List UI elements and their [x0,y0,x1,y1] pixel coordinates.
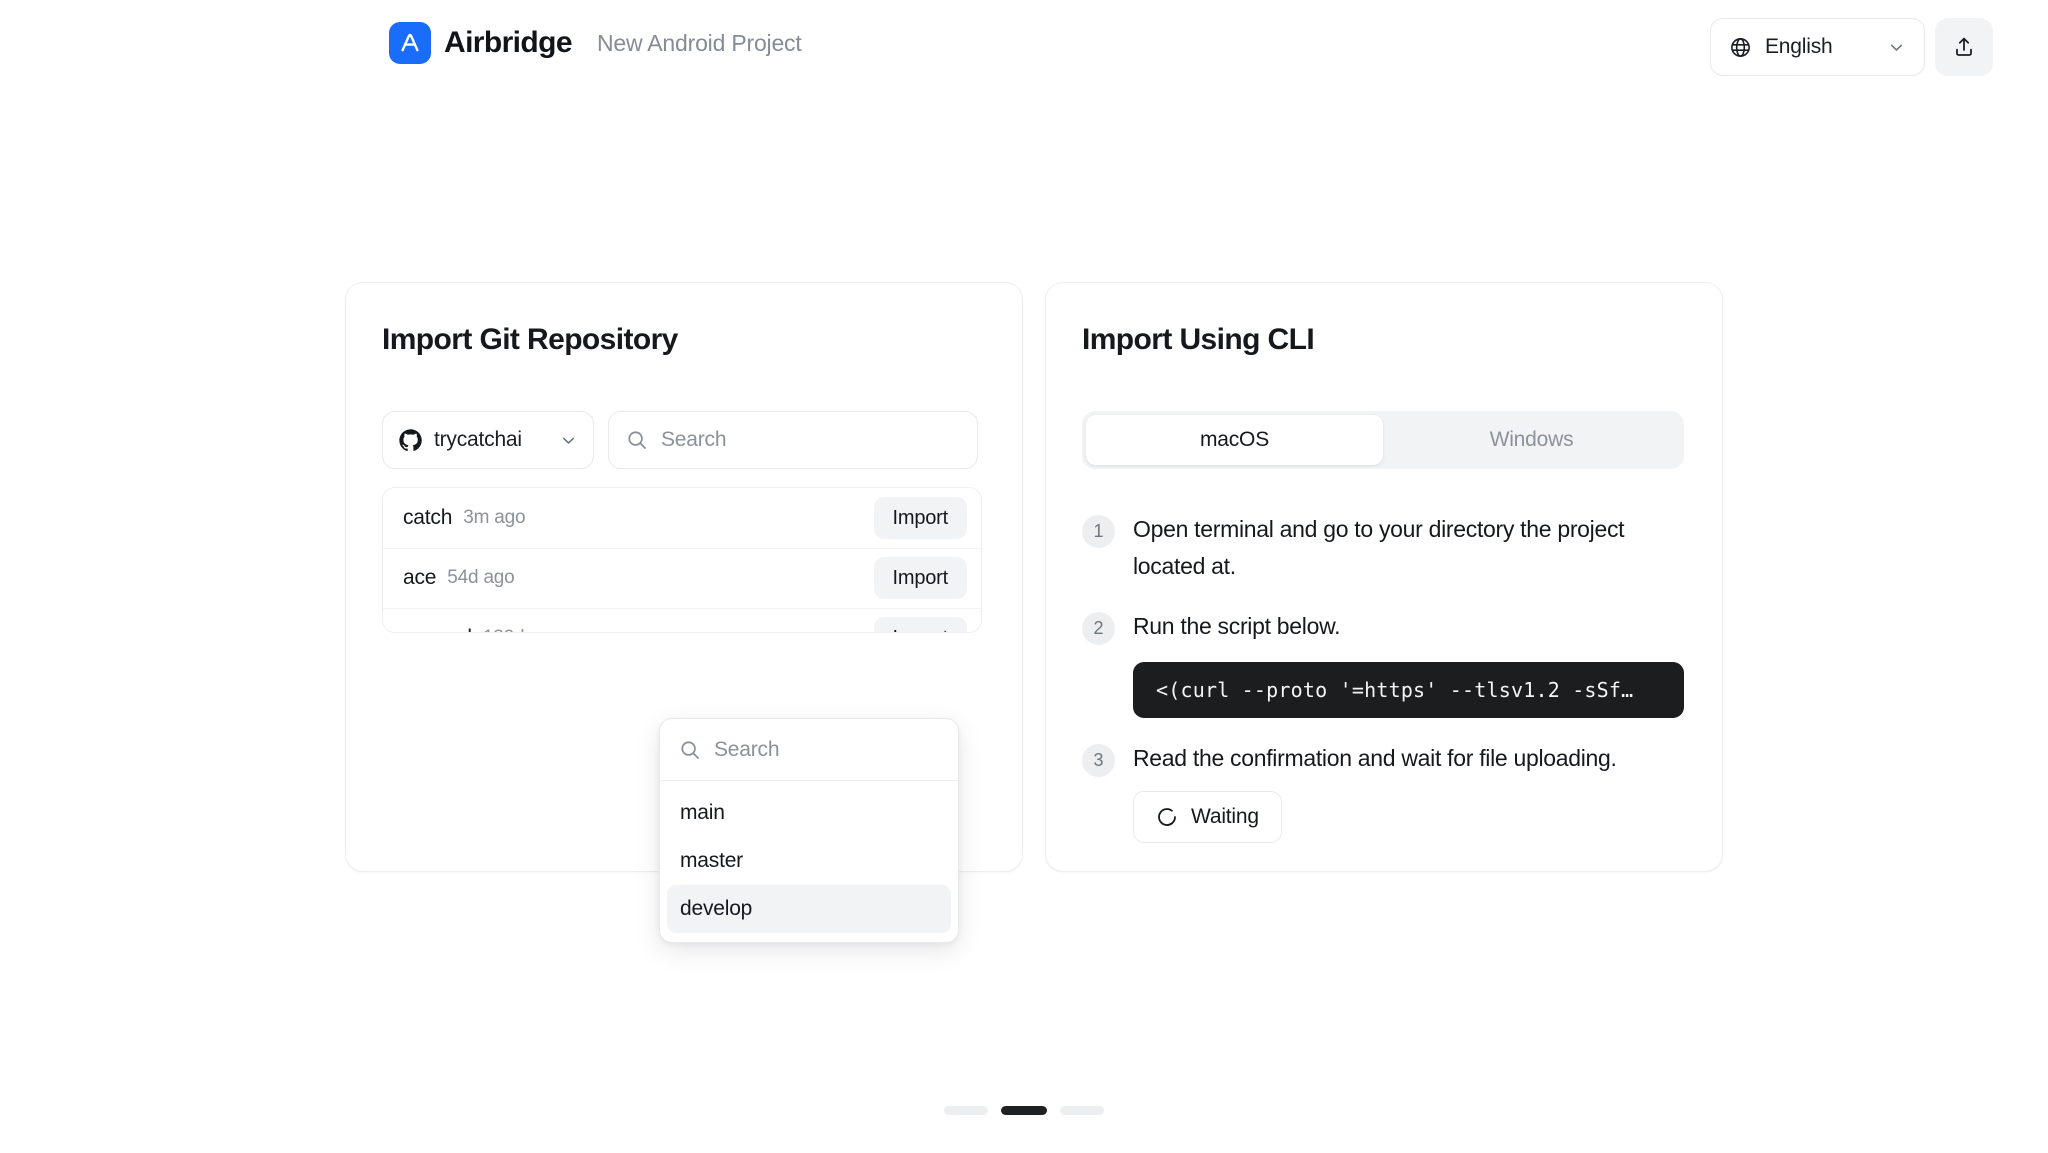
import-cli-title: Import Using CLI [1082,323,1315,356]
branch-option-list: main master develop [660,781,958,942]
step-text: Read the confirmation and wait for file … [1133,744,1617,771]
list-item: 1 Open terminal and go to your directory… [1082,511,1684,586]
repo-updated-time: 132d ago [483,627,561,632]
spinner-icon [1156,806,1178,828]
language-label: English [1765,35,1833,58]
table-row[interactable]: append 132d ago Import [383,608,981,632]
repo-updated-time: 54d ago [447,567,515,588]
pagination-dot-3[interactable] [1060,1106,1104,1115]
repo-updated-time: 3m ago [463,507,526,528]
cli-steps: 1 Open terminal and go to your directory… [1082,511,1684,843]
app-header: Airbridge New Android Project English [0,0,2048,96]
share-button[interactable] [1935,18,1993,76]
share-upload-icon [1952,35,1976,59]
import-button[interactable]: Import [873,497,967,539]
pagination-dot-1[interactable] [944,1106,988,1115]
table-row[interactable]: catch 3m ago Import [383,488,981,548]
brand-name: Airbridge [444,26,573,59]
step-text: Open terminal and go to your directory t… [1133,516,1625,580]
repo-list: catch 3m ago Import ace 54d ago Import a… [382,487,982,633]
repo-name: append [403,626,472,632]
github-icon [398,428,423,453]
import-git-title: Import Git Repository [382,323,678,356]
tab-windows[interactable]: Windows [1383,415,1680,465]
waiting-button-label: Waiting [1191,805,1259,828]
branch-option-master[interactable]: master [667,837,951,885]
pagination-dot-2[interactable] [1001,1106,1047,1115]
step-text: Run the script below. [1133,612,1341,639]
pagination [0,1106,2048,1115]
org-selector[interactable]: trycatchai [382,411,594,469]
cli-code-block[interactable]: <(curl --proto '=https' --tlsv1.2 -sSf… [1133,661,1684,718]
branch-option-main[interactable]: main [667,789,951,837]
os-tabs: macOS Windows [1082,411,1684,469]
search-icon [626,429,648,451]
step-number-badge: 3 [1082,743,1115,777]
repo-name: ace [403,566,437,589]
step-number-badge: 1 [1082,515,1115,548]
chevron-down-icon [1887,38,1906,57]
repo-name: catch [403,506,453,529]
repo-search-box[interactable] [608,411,978,469]
branch-search-box[interactable] [660,719,958,781]
step-number-badge: 2 [1082,611,1115,645]
branch-option-develop[interactable]: develop [667,885,951,933]
repo-search-input[interactable] [661,428,960,452]
import-cli-card: Import Using CLI macOS Windows 1 Open te… [1045,282,1723,872]
list-item: 2 Run the script below. <(curl --proto '… [1082,608,1684,718]
branch-dropdown-popover: main master develop [659,718,959,943]
waiting-button[interactable]: Waiting [1133,791,1282,843]
header-actions: English [1710,18,1993,76]
table-row[interactable]: ace 54d ago Import [383,548,981,608]
tab-macos[interactable]: macOS [1086,415,1383,465]
chevron-down-icon [559,431,578,450]
org-name: trycatchai [434,428,522,451]
import-button[interactable]: Import [873,617,967,632]
project-name: New Android Project [596,29,802,56]
brand: Airbridge New Android Project [389,22,802,64]
search-icon [679,739,701,761]
branch-search-input[interactable] [714,737,939,762]
globe-icon [1729,36,1752,59]
language-selector[interactable]: English [1710,18,1925,76]
cli-code-text: <(curl --proto '=https' --tlsv1.2 -sSf… [1156,677,1634,702]
list-item: 3 Read the confirmation and wait for fil… [1082,740,1684,843]
repo-controls: trycatchai [382,411,978,469]
airbridge-logo-icon [389,22,431,64]
import-button[interactable]: Import [873,557,967,599]
app-root: Airbridge New Android Project English Im… [0,0,2048,1153]
